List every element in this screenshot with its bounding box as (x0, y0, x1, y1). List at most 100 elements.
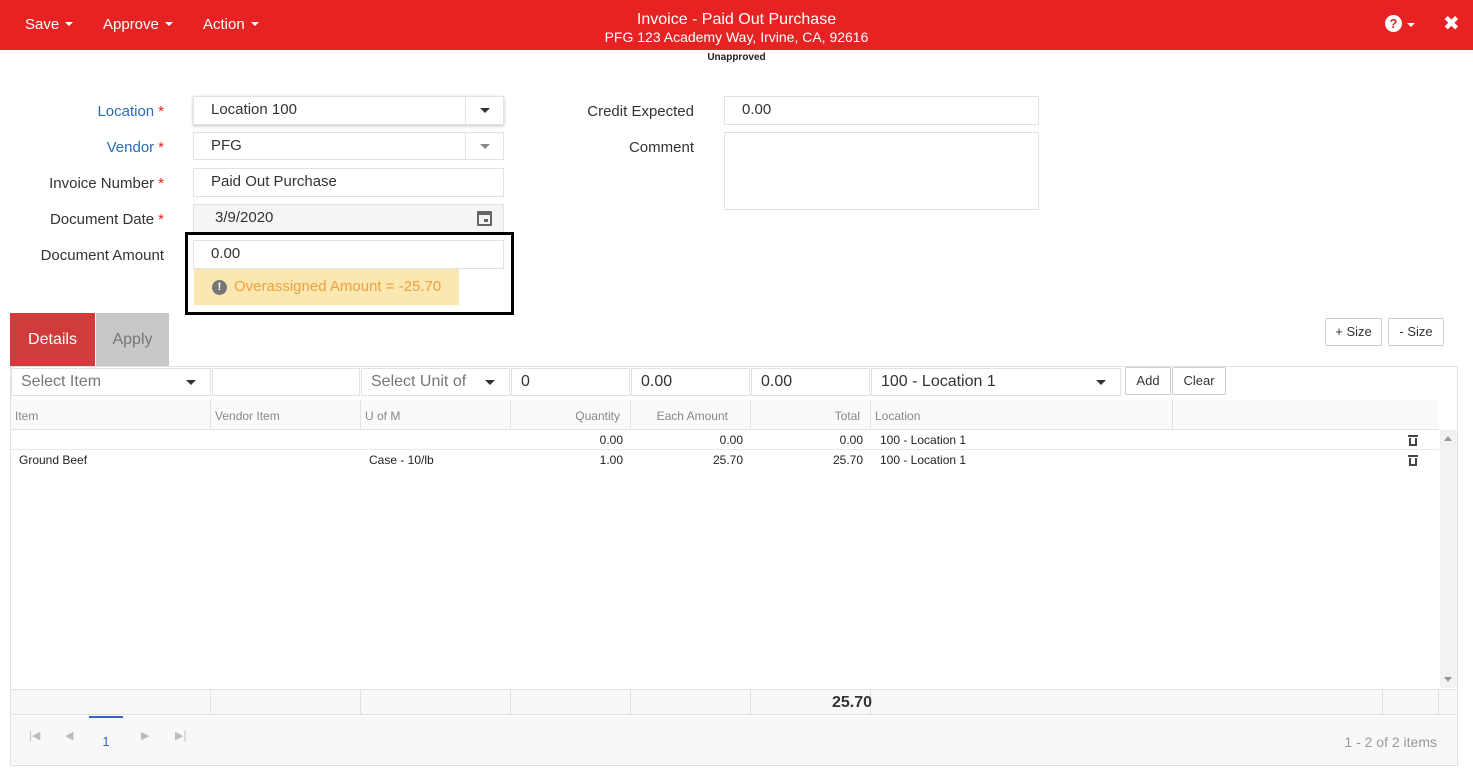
invoice-number-input[interactable]: Paid Out Purchase (193, 168, 504, 197)
required-mark: * (158, 139, 164, 156)
cell-each-amount: 25.70 (712, 453, 743, 467)
select-item-placeholder: Select Item (21, 373, 102, 390)
calendar-icon[interactable] (477, 211, 492, 226)
column-header-item[interactable]: Item (11, 400, 211, 430)
required-mark: * (158, 103, 164, 120)
total-input[interactable]: 0.00 (751, 368, 870, 396)
first-page-icon[interactable]: |◀ (29, 729, 40, 742)
table-row[interactable]: 0.00 0.00 0.00 100 - Location 1 (11, 430, 1439, 450)
scroll-down-icon[interactable] (1444, 677, 1452, 682)
uom-dropdown-button[interactable] (471, 369, 509, 395)
table-row[interactable]: Ground Beef Case - 10/lb 1.00 25.70 25.7… (11, 450, 1439, 470)
cell-item: Ground Beef (19, 453, 88, 467)
invoice-number-value: Paid Out Purchase (211, 173, 337, 190)
next-page-icon[interactable]: ▶ (141, 729, 149, 742)
vendor-dropdown-button[interactable] (465, 133, 503, 159)
caret-down-icon (480, 108, 490, 113)
document-amount-label: Document Amount (40, 247, 164, 264)
document-date-input[interactable]: 3/9/2020 (193, 204, 504, 233)
each-amount-value: 0.00 (641, 373, 673, 390)
caret-down-icon (485, 380, 495, 385)
cell-total: 0.00 (839, 433, 863, 447)
caret-down-icon (186, 380, 196, 385)
credit-expected-label: Credit Expected (587, 103, 694, 120)
add-button[interactable]: Add (1125, 367, 1171, 395)
item-dropdown-button[interactable] (172, 369, 210, 395)
caret-down-icon (1096, 380, 1106, 385)
column-header-each-amount[interactable]: Each Amount (631, 400, 751, 430)
entry-location-dropdown[interactable]: 100 - Location 1 (871, 368, 1121, 396)
comment-textarea[interactable] (724, 132, 1039, 210)
document-date-label: Document Date * (20, 211, 164, 228)
select-item-dropdown[interactable]: Select Item (11, 368, 211, 396)
trash-icon[interactable] (1408, 455, 1418, 466)
cell-each-amount: 0.00 (719, 433, 743, 447)
clear-button[interactable]: Clear (1172, 367, 1226, 395)
location-label-text: Location (97, 103, 155, 120)
invoice-number-label-text: Invoice Number (49, 175, 155, 192)
vendor-label-text: Vendor (106, 139, 155, 156)
credit-expected-value: 0.00 (742, 101, 772, 118)
required-mark: * (158, 175, 164, 192)
cell-quantity: 1.00 (599, 453, 623, 467)
page-title: Invoice - Paid Out Purchase (636, 11, 837, 28)
grid-footer-row: 25.70 (11, 689, 1457, 715)
help-icon[interactable]: ? (1385, 15, 1402, 32)
overassigned-warning: ! Overassigned Amount = -25.70 (194, 269, 459, 305)
location-value: Location 100 (211, 101, 297, 118)
comment-label: Comment (628, 139, 694, 156)
cell-quantity: 0.00 (599, 433, 623, 447)
status-label: Unapproved (707, 52, 766, 63)
cell-total: 25.70 (832, 453, 863, 467)
column-header-uom[interactable]: U of M (361, 400, 511, 430)
vendor-value: PFG (211, 137, 242, 154)
vendor-select[interactable]: PFG (193, 132, 504, 160)
document-date-value: 3/9/2020 (215, 209, 274, 226)
entry-location-dropdown-button[interactable] (1082, 369, 1120, 395)
caret-down-icon (480, 144, 490, 149)
each-amount-input[interactable]: 0.00 (631, 368, 750, 396)
quantity-value: 0 (521, 373, 530, 390)
vertical-scrollbar[interactable] (1440, 430, 1457, 688)
grid-header-row: Item Vendor Item U of M Quantity Each Am… (11, 400, 1439, 430)
tab-details[interactable]: Details (10, 313, 95, 366)
cell-uom: Case - 10/lb (369, 453, 434, 467)
column-header-quantity[interactable]: Quantity (511, 400, 631, 430)
vendor-label: Vendor * (40, 139, 164, 156)
grid-total-sum: 25.70 (831, 694, 872, 711)
help-chevron-down-icon[interactable] (1407, 23, 1415, 27)
cell-location: 100 - Location 1 (880, 453, 967, 467)
required-mark: * (158, 211, 164, 228)
entry-location-value: 100 - Location 1 (881, 373, 996, 390)
location-select[interactable]: Location 100 (193, 96, 504, 125)
column-header-location[interactable]: Location (871, 400, 1173, 430)
close-icon[interactable]: ✖ (1443, 11, 1460, 36)
decrease-size-button[interactable]: - Size (1388, 318, 1444, 346)
select-uom-dropdown[interactable]: Select Unit of M (361, 368, 510, 396)
vendor-item-input[interactable] (212, 368, 360, 396)
exclamation-icon: ! (212, 280, 227, 295)
warning-text: Overassigned Amount = -25.70 (234, 278, 442, 295)
top-bar: Save Approve Action Invoice - Paid Out P… (0, 0, 1473, 50)
increase-size-button[interactable]: + Size (1325, 318, 1382, 346)
previous-page-icon[interactable]: ◀ (65, 729, 73, 742)
last-page-icon[interactable]: ▶| (175, 729, 186, 742)
tab-apply[interactable]: Apply (96, 313, 169, 366)
pager-info: 1 - 2 of 2 items (1344, 734, 1437, 750)
credit-expected-input[interactable]: 0.00 (724, 96, 1039, 125)
invoice-number-label: Invoice Number * (20, 175, 164, 192)
trash-icon[interactable] (1408, 435, 1418, 446)
column-header-vendor-item[interactable]: Vendor Item (211, 400, 361, 430)
cell-location: 100 - Location 1 (880, 433, 967, 447)
quantity-input[interactable]: 0 (511, 368, 630, 396)
pager: |◀ ◀ 1 ▶ ▶| 1 - 2 of 2 items (11, 716, 1457, 764)
location-label: Location * (40, 103, 164, 120)
document-date-label-text: Document Date (49, 211, 155, 228)
column-header-total[interactable]: Total (751, 400, 871, 430)
location-dropdown-button[interactable] (465, 97, 503, 124)
scroll-up-icon[interactable] (1444, 436, 1452, 441)
total-value: 0.00 (761, 373, 793, 390)
page-subtitle: PFG 123 Academy Way, Irvine, CA, 92616 (604, 29, 869, 45)
page-number-button[interactable]: 1 (89, 716, 123, 750)
select-uom-placeholder: Select Unit of M (371, 373, 484, 390)
